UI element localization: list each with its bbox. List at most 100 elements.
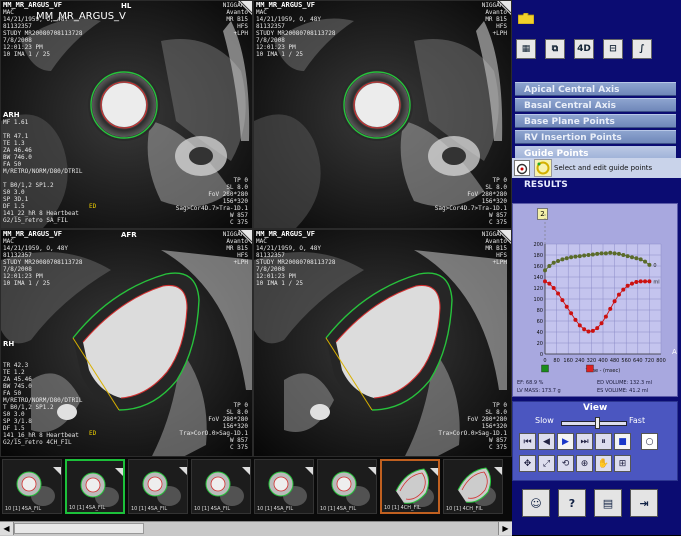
viewport-bottom-left[interactable]: MM_MR_ARGUS_VF MAC 14/21/1959, O, 48Y 81132… (0, 229, 253, 457)
data-point[interactable] (560, 298, 565, 303)
copy-button[interactable]: ⧉ (545, 39, 565, 59)
data-point[interactable] (643, 279, 648, 284)
viewport-bottom-right[interactable]: MM_MR_ARGUS_VF MAC 14/21/1959, O, 48Y 81132… (253, 229, 512, 457)
data-point[interactable] (582, 253, 587, 258)
thumbnail[interactable]: 10 [1] 4SA_FIL (2, 459, 62, 514)
menu-item-base-plane-points[interactable]: Base Plane Points (515, 114, 676, 128)
data-point[interactable] (621, 253, 626, 257)
results-label[interactable]: RESULTS (524, 180, 568, 190)
data-point[interactable] (612, 299, 617, 304)
data-point[interactable] (638, 279, 643, 284)
help-button[interactable]: ? (558, 489, 586, 517)
data-point[interactable] (630, 281, 634, 286)
phase-marker[interactable] (586, 364, 594, 373)
viewport-corner-icon[interactable] (238, 230, 252, 244)
data-point[interactable] (603, 314, 608, 319)
data-point[interactable] (595, 326, 600, 331)
pause-button[interactable]: ⏸ (595, 433, 612, 450)
thumbnail-corner-icon[interactable] (494, 460, 502, 475)
viewport-corner-icon[interactable] (497, 1, 511, 15)
data-point[interactable] (638, 257, 643, 262)
circle-button[interactable]: ○ (641, 433, 658, 450)
guide-tool-icon[interactable] (514, 160, 530, 176)
phase-marker[interactable] (541, 364, 549, 373)
data-point[interactable] (551, 286, 556, 290)
first-frame-button[interactable]: ⏮ (519, 433, 536, 450)
data-point[interactable] (608, 306, 613, 311)
slider-button[interactable]: ⊟ (603, 39, 623, 59)
data-point[interactable] (556, 291, 561, 296)
menu-item-apical-central-axis[interactable]: Apical Central Axis (515, 82, 676, 96)
data-point[interactable] (595, 251, 600, 256)
data-point[interactable] (634, 256, 639, 261)
rotate-button[interactable]: ⟲ (557, 455, 574, 472)
scroll-left-arrow[interactable]: ◀ (0, 522, 14, 535)
data-point[interactable] (564, 256, 569, 261)
edit-guide-points-icon[interactable] (534, 159, 552, 177)
speed-slider[interactable] (561, 417, 627, 429)
data-point[interactable] (577, 323, 582, 328)
data-point[interactable] (608, 250, 613, 255)
data-point[interactable] (603, 251, 608, 256)
data-point[interactable] (590, 252, 595, 257)
data-point[interactable] (612, 251, 617, 256)
thumbnail-corner-icon[interactable] (242, 460, 250, 475)
data-point[interactable] (630, 255, 634, 260)
folder-icon[interactable] (517, 9, 535, 25)
thumbnail-corner-icon[interactable] (115, 461, 123, 476)
4d-button[interactable]: 4D (574, 39, 594, 59)
viewport-corner-icon[interactable] (238, 1, 252, 15)
data-point[interactable] (647, 279, 652, 284)
data-point[interactable] (582, 327, 587, 332)
data-point[interactable] (634, 279, 639, 284)
document-button[interactable]: ▤ (594, 489, 622, 517)
scroll-right-arrow[interactable]: ▶ (498, 522, 512, 535)
data-point[interactable] (647, 262, 652, 267)
menu-item-basal-central-axis[interactable]: Basal Central Axis (515, 98, 676, 112)
data-point[interactable] (569, 311, 574, 316)
scroll-thumb[interactable] (14, 523, 144, 534)
data-point[interactable] (564, 304, 569, 309)
thumbnail[interactable]: 10 [1] 4CH_FIL (380, 459, 440, 514)
data-point[interactable] (616, 292, 621, 297)
data-point[interactable] (543, 279, 547, 284)
resize-button[interactable]: ⤢ (538, 455, 555, 472)
viewport-top-left[interactable]: MM_MR_ARGUS_VF MAC 14/21/1959, O, 48Y 81132… (0, 0, 253, 229)
data-point[interactable] (616, 251, 621, 256)
data-point[interactable] (621, 287, 626, 292)
thumbnail[interactable]: 10 [1] 4SA_FIL (191, 459, 251, 514)
data-point[interactable] (643, 259, 648, 264)
data-point[interactable] (586, 329, 591, 334)
viewport-corner-icon[interactable] (497, 230, 511, 244)
thumbnail-corner-icon[interactable] (368, 460, 376, 475)
layout-grid-button[interactable]: ▦ (516, 39, 536, 59)
pan-button[interactable]: ✋ (595, 455, 612, 472)
thumbnail[interactable]: 10 [1] 4SA_FIL (128, 459, 188, 514)
data-point[interactable] (560, 257, 565, 262)
data-point[interactable] (551, 260, 556, 265)
horizontal-scrollbar[interactable]: ◀ ▶ (0, 521, 512, 536)
user-help-button[interactable]: ☺ (522, 489, 550, 517)
thumbnail[interactable]: 10 [1] 4CH_FIL (443, 459, 503, 514)
data-point[interactable] (569, 255, 574, 260)
data-point[interactable] (599, 321, 604, 326)
zoom-button[interactable]: ⊕ (576, 455, 593, 472)
data-point[interactable] (573, 254, 578, 259)
data-point[interactable] (556, 259, 561, 264)
data-point[interactable] (625, 283, 630, 288)
thumbnail[interactable]: 10 [1] 4SA_FIL (317, 459, 377, 514)
data-point[interactable] (547, 281, 552, 286)
prev-frame-button[interactable]: ◀ (538, 433, 555, 450)
move-button[interactable]: ✥ (519, 455, 536, 472)
thumbnail[interactable]: 10 [1] 4SA_FIL (254, 459, 314, 514)
data-point[interactable] (577, 254, 582, 259)
thumbnail-corner-icon[interactable] (53, 460, 61, 475)
chart-scroll-arrow-icon[interactable]: A (672, 348, 677, 356)
curve-button[interactable]: ∫ (632, 39, 652, 59)
viewport-top-right[interactable]: MM_MR_ARGUS_VF MAC 14/21/1959, O, 48Y 81132… (253, 0, 512, 229)
thumbnail-corner-icon[interactable] (305, 460, 313, 475)
data-point[interactable] (590, 328, 595, 333)
stop-button[interactable]: ■ (614, 433, 631, 450)
thumbnail[interactable]: 10 [1] 4SA_FIL (65, 459, 125, 514)
menu-item-rv-insertion-points[interactable]: RV Insertion Points (515, 130, 676, 144)
